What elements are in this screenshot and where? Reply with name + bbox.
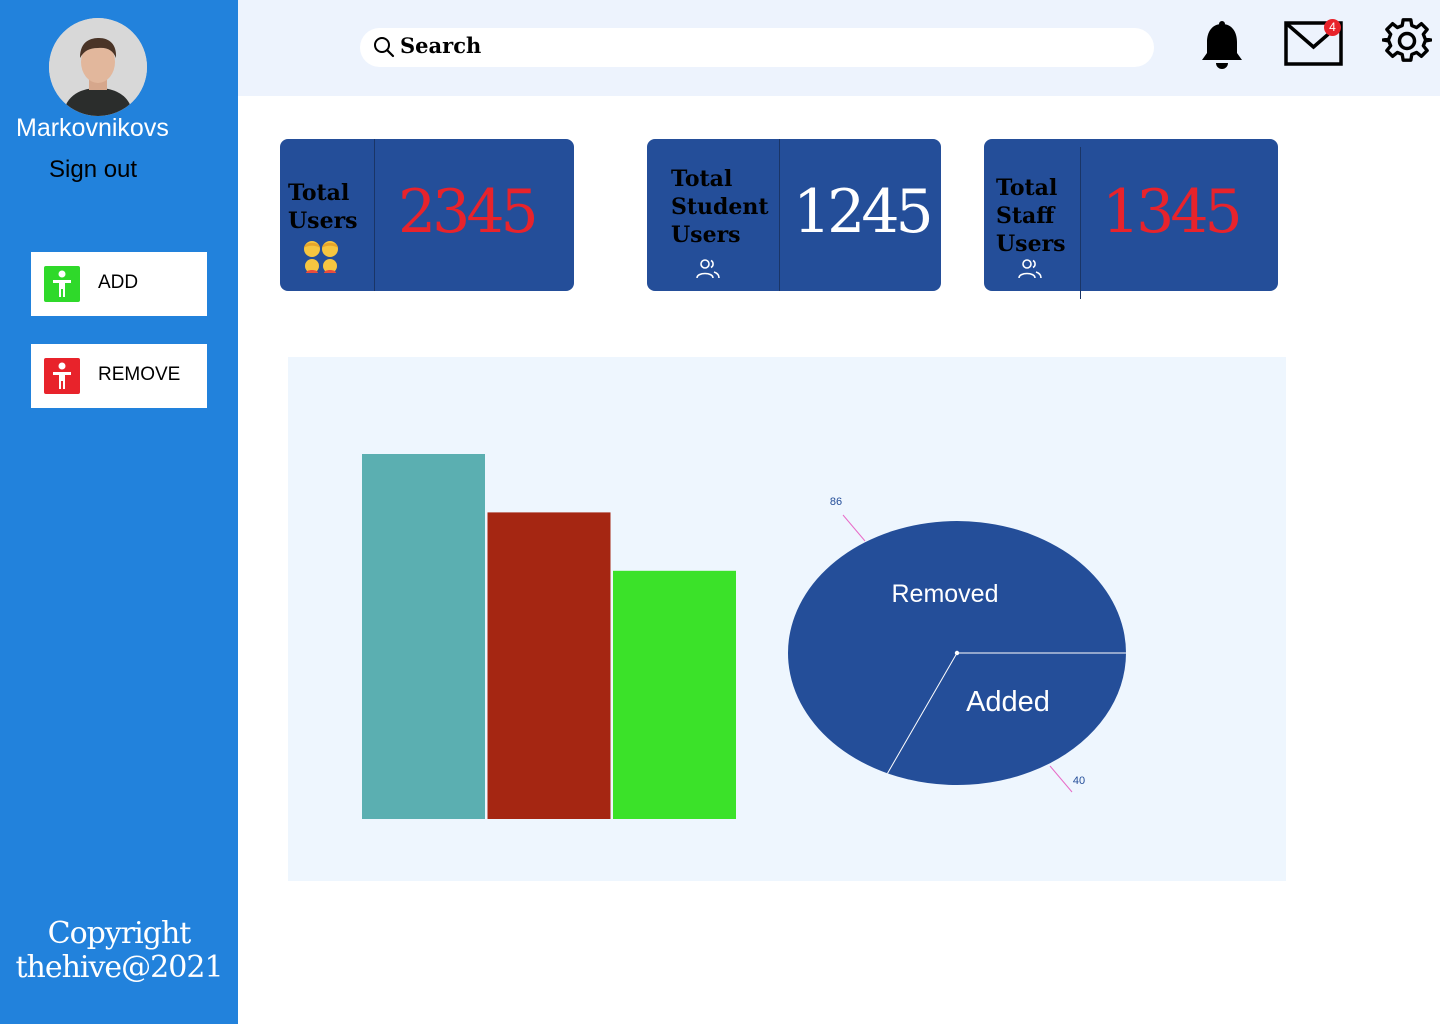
pie-label-added: Added [966,686,1050,718]
users-icon [696,258,720,285]
card-label-line-1: Total [996,175,1058,201]
sign-out-link[interactable]: Sign out [49,156,137,184]
gear-icon[interactable] [1381,16,1433,71]
total-users-value: 2345 [398,177,539,247]
pie-label-removed: Removed [892,580,999,608]
avatar-image [49,18,147,116]
card-label-line-2: Users [288,208,358,234]
card-label-line-1: Total [288,180,350,206]
pie-leader-line [842,514,866,542]
search-icon [374,37,395,58]
chart-panel: Removed Added 86 40 [288,357,1286,881]
remove-button[interactable]: REMOVE [31,344,207,408]
pie-value-label: 40 [1073,775,1085,787]
remove-button-label: REMOVE [98,364,181,385]
card-label-line-2: Student [671,194,769,220]
pie-value-label: 86 [830,496,842,508]
total-staff-users-card: Total Staff Users 1345 [984,139,1278,299]
bell-icon[interactable] [1198,20,1246,77]
add-button[interactable]: ADD [31,252,207,316]
card-label-line-3: Users [671,222,741,248]
remove-person-icon [44,358,80,394]
bar-3 [613,570,736,819]
avatar[interactable] [49,18,147,116]
copyright-line-1: Copyright [47,916,192,951]
add-person-icon [44,266,80,302]
card-divider [779,139,780,291]
search-input[interactable]: Search [360,28,1154,67]
total-staff-users-value: 1345 [1102,177,1243,247]
mail-icon[interactable]: 4 [1284,18,1344,68]
family-emoji-icon [302,239,342,280]
username: Markovnikovs [16,114,169,142]
card-label-line-3: Users [996,231,1066,257]
add-button-label: ADD [98,272,139,293]
card-divider [1080,147,1081,299]
bar-2 [487,512,611,819]
mail-badge: 4 [1324,19,1341,36]
card-label-line-2: Staff [996,203,1055,229]
charts-svg: Removed Added 86 40 [362,454,1126,819]
pie-leader-line [1049,765,1073,793]
total-student-users-card: Total Student Users 1245 [647,139,941,291]
users-icon [1018,258,1042,285]
search-placeholder: Search [400,33,482,58]
total-student-users-value: 1245 [793,177,934,247]
card-label-line-1: Total [671,166,733,192]
pie-center-dot [954,650,960,656]
total-users-card: Total Users 2345 [280,139,574,291]
copyright-line-2: thehive@2021 [15,950,223,985]
card-divider [374,139,375,291]
sidebar: Markovnikovs Sign out ADD REMOVE Copyrig… [0,0,238,1024]
bar-1 [362,454,485,819]
